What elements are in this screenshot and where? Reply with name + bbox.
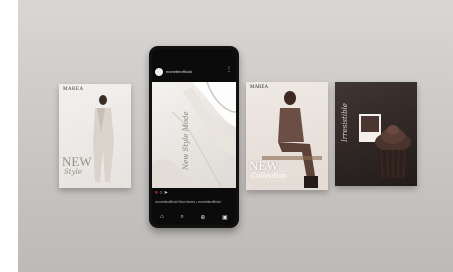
card-title-main: NEW (62, 154, 92, 169)
fashion-card-new-style: MAREA NEW Style (59, 84, 131, 188)
comment-icon[interactable]: ○ (159, 190, 162, 196)
post-header: monetteofficial ⋮ (152, 64, 236, 80)
card-vertical-word: Irresistible (341, 103, 349, 142)
phone-screen: monetteofficial ⋮ New Style Mode ♥ ○ ➤ m… (152, 49, 236, 225)
fabric-folds-illustration (152, 82, 236, 188)
post-vertical-text: New Style Mode (182, 111, 190, 170)
heart-icon[interactable]: ♥ (155, 190, 158, 196)
post-image[interactable]: New Style Mode (152, 82, 236, 188)
shop-icon[interactable]: ▣ (222, 214, 228, 221)
card-brand-label: MAREA (63, 87, 84, 92)
mockup-backdrop: MAREA NEW Style monetteofficial ⋮ New St… (18, 0, 453, 272)
home-icon[interactable]: ⌂ (160, 214, 164, 220)
card-title-script: Style (64, 168, 82, 176)
model-figure-white-suit (93, 95, 114, 182)
cupcake-image (375, 125, 411, 179)
post-actions: ♥ ○ ➤ (155, 190, 168, 196)
phone-mockup: monetteofficial ⋮ New Style Mode ♥ ○ ➤ m… (149, 46, 239, 228)
card-title-script: Collection (251, 172, 287, 180)
share-icon[interactable]: ➤ (164, 190, 168, 196)
card-title-main: NEW (249, 158, 279, 173)
add-icon[interactable]: ⊕ (200, 214, 205, 221)
search-icon[interactable]: ⌕ (180, 214, 183, 221)
post-caption: monetteofficial New items • monetteoffic… (155, 200, 221, 204)
bottom-nav: ⌂ ⌕ ⊕ ▣ (152, 211, 236, 223)
avatar[interactable] (155, 68, 163, 76)
post-username[interactable]: monetteofficial (166, 69, 192, 74)
more-options-icon[interactable]: ⋮ (226, 66, 232, 73)
dessert-card-irresistible: Irresistible (335, 82, 417, 186)
fashion-card-new-collection: MAREA NEW Collection (246, 82, 328, 190)
